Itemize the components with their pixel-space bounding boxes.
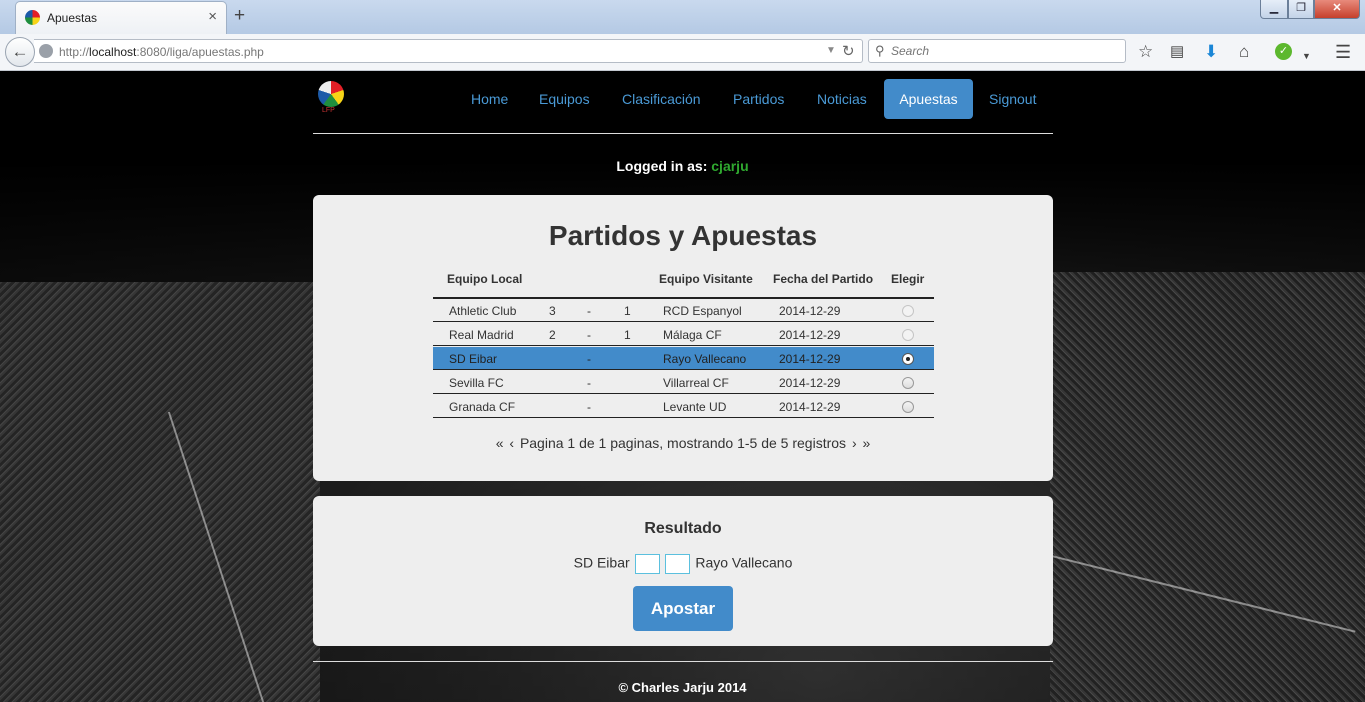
stadium-crowd-right [1050, 272, 1365, 702]
search-input[interactable] [891, 42, 1121, 60]
stadium-crowd-left [0, 282, 320, 702]
table-row[interactable]: Real Madrid 2 - 1 Málaga CF 2014-12-29 [433, 323, 934, 346]
pager-last[interactable]: » [862, 435, 872, 451]
globe-icon [39, 44, 53, 58]
reload-icon[interactable]: ↻ [842, 42, 855, 60]
pager-next[interactable]: › [851, 435, 858, 451]
pager-info: Pagina 1 de 1 paginas, mostrando 1-5 de … [519, 435, 847, 451]
nav-equipos[interactable]: Equipos [525, 79, 604, 119]
divider [313, 661, 1053, 662]
window-close-button[interactable]: ✕ [1314, 0, 1360, 19]
browser-titlebar: Apuestas × + ▁ ❐ ✕ [0, 0, 1365, 34]
home-team-label: SD Eibar [573, 554, 630, 571]
home-score-input[interactable] [634, 554, 660, 574]
reading-list-icon[interactable]: ▤ [1170, 43, 1184, 61]
result-panel: Resultado SD Eibar Rayo Vallecano Aposta… [313, 496, 1053, 646]
away-team-label: Rayo Vallecano [695, 554, 793, 571]
tab-title: Apuestas [47, 11, 98, 25]
lfp-ball-icon [318, 81, 344, 107]
page-title: Partidos y Apuestas [548, 220, 818, 251]
search-icon: ⚲ [875, 43, 885, 58]
divider [313, 133, 1053, 134]
menu-icon[interactable]: ☰ [1335, 43, 1351, 61]
header-elegir: Elegir [891, 272, 925, 286]
restore-button[interactable]: ❐ [1288, 0, 1314, 19]
nav-partidos[interactable]: Partidos [719, 79, 798, 119]
bet-score-row: SD Eibar Rayo Vallecano [313, 554, 1053, 574]
header-equipo-visitante: Equipo Visitante [659, 272, 753, 286]
table-row[interactable]: Athletic Club 3 - 1 RCD Espanyol 2014-12… [433, 299, 934, 322]
url-history-dropdown-icon[interactable]: ▼ [826, 45, 836, 56]
url-text[interactable]: http://localhost:8080/liga/apuestas.php [59, 45, 264, 59]
nav-signout[interactable]: Signout [975, 79, 1050, 119]
search-box[interactable]: ⚲ [868, 39, 1126, 63]
table-row[interactable]: Sevilla FC - Villarreal CF 2014-12-29 [433, 371, 934, 394]
back-button[interactable]: ← [5, 37, 35, 67]
addon-dropdown-icon[interactable]: ▼ [1302, 47, 1311, 65]
table-row-selected[interactable]: SD Eibar - Rayo Vallecano 2014-12-29 [433, 347, 934, 370]
matches-panel: Partidos y Apuestas Equipo Local Equipo … [313, 195, 1053, 481]
apostar-button[interactable]: Apostar [633, 586, 733, 631]
match-radio[interactable] [902, 377, 914, 389]
username: cjarju [711, 158, 749, 174]
arrow-left-icon: ← [11, 42, 29, 61]
pager-first[interactable]: « [495, 435, 505, 451]
minimize-button[interactable]: ▁ [1260, 0, 1288, 19]
lfp-favicon-icon [25, 10, 40, 25]
page-content: LFP Home Equipos Clasificación Partidos … [0, 72, 1365, 702]
browser-toolbar: http://localhost:8080/liga/apuestas.php … [0, 34, 1365, 71]
table-row[interactable]: Granada CF - Levante UD 2014-12-29 [433, 395, 934, 418]
logged-in-status: Logged in as: cjarju [616, 158, 749, 174]
nav-home[interactable]: Home [457, 79, 522, 119]
addon-check-icon[interactable]: ✓ [1275, 43, 1292, 60]
nav-noticias[interactable]: Noticias [803, 79, 881, 119]
bookmark-star-icon[interactable]: ☆ [1138, 43, 1153, 61]
nav-apuestas[interactable]: Apuestas [884, 79, 973, 119]
match-radio [902, 329, 914, 341]
new-tab-button[interactable]: + [234, 5, 245, 27]
match-radio[interactable] [902, 353, 914, 365]
header-fecha: Fecha del Partido [773, 272, 874, 286]
footer-copyright: © Charles Jarju 2014 [618, 680, 747, 695]
browser-tab[interactable]: Apuestas × [15, 1, 227, 34]
address-bar[interactable]: http://localhost:8080/liga/apuestas.php … [34, 39, 863, 63]
nav-clasificacion[interactable]: Clasificación [608, 79, 715, 119]
home-icon[interactable]: ⌂ [1239, 43, 1249, 61]
result-title: Resultado [644, 520, 722, 537]
pagination: « ‹ Pagina 1 de 1 paginas, mostrando 1-5… [313, 435, 1053, 451]
away-score-input[interactable] [665, 554, 691, 574]
download-icon[interactable]: ⬇ [1204, 43, 1218, 61]
header-equipo-local: Equipo Local [447, 272, 523, 286]
match-radio[interactable] [902, 401, 914, 413]
pager-prev[interactable]: ‹ [508, 435, 515, 451]
match-radio [902, 305, 914, 317]
lfp-logo[interactable]: LFP [316, 81, 346, 114]
close-tab-icon[interactable]: × [208, 8, 217, 25]
